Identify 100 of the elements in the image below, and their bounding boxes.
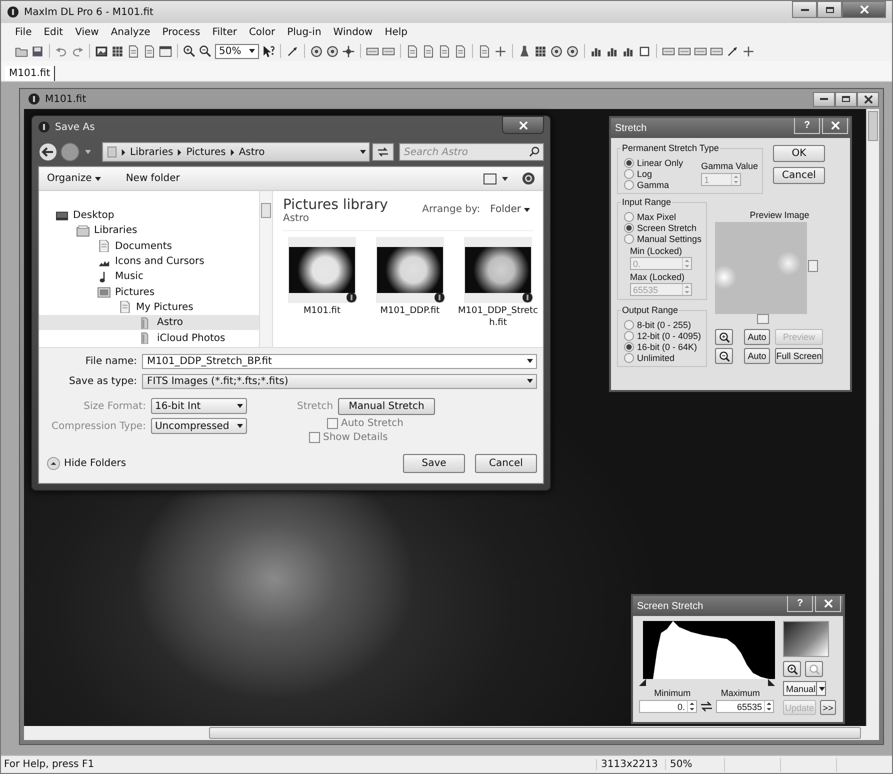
save-icon[interactable]: [31, 44, 44, 58]
folder-tree-item[interactable]: Icons and Cursors: [39, 254, 260, 270]
folder-tree-item[interactable]: Desktop: [39, 208, 260, 224]
folder-tree-item[interactable]: Astro: [39, 315, 260, 330]
maximize-button[interactable]: [817, 1, 842, 18]
circle-icon[interactable]: [550, 44, 563, 58]
help-button[interactable]: ?: [794, 118, 820, 134]
spin-arrows-icon[interactable]: [764, 701, 773, 712]
radio-button[interactable]: [624, 180, 634, 190]
cancel-button[interactable]: Cancel: [475, 454, 537, 473]
zoom-dropdown[interactable]: 50%: [215, 44, 259, 58]
menu-item[interactable]: View: [75, 26, 99, 38]
radio-button[interactable]: [624, 168, 634, 178]
radio-button[interactable]: [624, 222, 634, 232]
radio-option[interactable]: 8-bit (0 - 255): [624, 319, 702, 330]
undo-icon[interactable]: [55, 44, 68, 58]
grid-icon[interactable]: [534, 44, 547, 58]
crosshair-icon[interactable]: [342, 44, 355, 58]
checkbox-option[interactable]: Show Details: [309, 432, 436, 443]
file-name[interactable]: M101_DDP_Stretch.fit: [456, 305, 540, 329]
expand-button[interactable]: >>: [820, 700, 836, 715]
zoom-in-button[interactable]: [715, 329, 733, 345]
min-point-handle[interactable]: [639, 679, 646, 686]
checkbox-option[interactable]: Auto Stretch: [327, 418, 436, 429]
picture-icon[interactable]: [95, 44, 108, 58]
document-icon[interactable]: [422, 44, 435, 58]
menu-item[interactable]: Color: [248, 26, 276, 38]
help-pointer-icon[interactable]: [262, 44, 275, 58]
folder-tree-item[interactable]: Documents: [39, 238, 260, 254]
hide-folders-button[interactable]: Hide Folders: [47, 457, 126, 470]
address-bar[interactable]: Libraries Pictures Astro: [102, 142, 370, 162]
minimize-button[interactable]: [813, 92, 835, 106]
radio-option[interactable]: 12-bit (0 - 4095): [624, 330, 702, 341]
folder-tree-item[interactable]: Music: [39, 269, 260, 284]
folder-scrollbar[interactable]: [259, 191, 273, 347]
size-format-dropdown[interactable]: 16-bit Int: [150, 398, 247, 414]
document-icon[interactable]: [478, 44, 491, 58]
radio-button[interactable]: [624, 330, 634, 340]
file-name[interactable]: M101_DDP.fit: [368, 305, 452, 317]
spin-arrows-icon[interactable]: [687, 701, 696, 712]
file-thumbnail[interactable]: [376, 237, 444, 303]
breadcrumb-item[interactable]: Libraries: [130, 146, 174, 158]
mode-dropdown[interactable]: Manual: [783, 681, 826, 696]
radio-button[interactable]: [624, 352, 634, 362]
redo-icon[interactable]: [71, 44, 84, 58]
menu-item[interactable]: File: [15, 26, 32, 38]
caret-icon[interactable]: [360, 150, 366, 154]
minimum-field[interactable]: 0.: [639, 700, 697, 713]
menu-item[interactable]: Process: [162, 26, 200, 38]
save-type-dropdown[interactable]: FITS Images (*.fit;*.fts;*.fits): [142, 374, 537, 388]
file-name-field[interactable]: M101_DDP_Stretch_BP.fit: [142, 354, 537, 368]
vertical-scrollbar[interactable]: [866, 109, 879, 726]
line-icon[interactable]: [286, 44, 299, 58]
breadcrumb-item[interactable]: Pictures: [186, 146, 226, 158]
auto-button[interactable]: Auto: [744, 329, 770, 345]
compression-dropdown[interactable]: Uncompressed: [150, 418, 247, 434]
breadcrumb-item[interactable]: Astro: [238, 146, 265, 158]
document-icon[interactable]: [143, 44, 156, 58]
back-button[interactable]: [38, 142, 58, 162]
minimize-button[interactable]: [792, 1, 817, 18]
radio-button[interactable]: [624, 234, 634, 244]
circle-icon[interactable]: [566, 44, 579, 58]
radio-button[interactable]: [624, 342, 634, 352]
menu-item[interactable]: Filter: [212, 26, 237, 38]
radio-option[interactable]: Manual Settings: [624, 233, 702, 244]
folder-tree-item[interactable]: My Pictures: [39, 300, 260, 316]
folder-tree-item[interactable]: Pictures: [39, 284, 260, 300]
zoom-out-button[interactable]: [715, 348, 733, 364]
folder-tree-item[interactable]: iCloud Photos: [39, 330, 260, 346]
plus-icon[interactable]: [494, 44, 507, 58]
circle-icon[interactable]: [310, 44, 323, 58]
radio-button[interactable]: [624, 212, 634, 222]
menu-item[interactable]: Analyze: [110, 26, 150, 38]
flask-icon[interactable]: [518, 44, 531, 58]
search-field[interactable]: Search Astro: [399, 143, 544, 161]
refresh-button[interactable]: [372, 143, 394, 161]
document-tab[interactable]: M101.fit: [5, 66, 56, 81]
document-icon[interactable]: [438, 44, 451, 58]
plus-icon[interactable]: [742, 44, 755, 58]
line-icon[interactable]: [726, 44, 739, 58]
radio-button[interactable]: [624, 158, 634, 168]
auto-button[interactable]: Auto: [744, 348, 770, 364]
file-thumbnail[interactable]: [288, 237, 356, 303]
help-icon[interactable]: [522, 172, 535, 185]
file-thumbnail[interactable]: [464, 237, 532, 303]
checkbox[interactable]: [327, 418, 338, 429]
close-button[interactable]: [842, 1, 886, 18]
radio-option[interactable]: Log: [624, 168, 684, 179]
file-name[interactable]: M101.fit: [280, 305, 364, 317]
menu-item[interactable]: Plug-in: [287, 26, 322, 38]
zoom-in-button[interactable]: [783, 661, 801, 677]
checkbox[interactable]: [309, 432, 320, 443]
swap-icon[interactable]: [700, 701, 713, 712]
maximize-button[interactable]: [835, 92, 857, 106]
close-button[interactable]: [857, 92, 879, 106]
help-button[interactable]: ?: [787, 596, 813, 612]
arrange-dropdown[interactable]: Folder: [490, 204, 533, 215]
radio-option[interactable]: Gamma: [624, 179, 684, 190]
radio-option[interactable]: Screen Stretch: [624, 222, 702, 233]
circle-icon[interactable]: [326, 44, 339, 58]
